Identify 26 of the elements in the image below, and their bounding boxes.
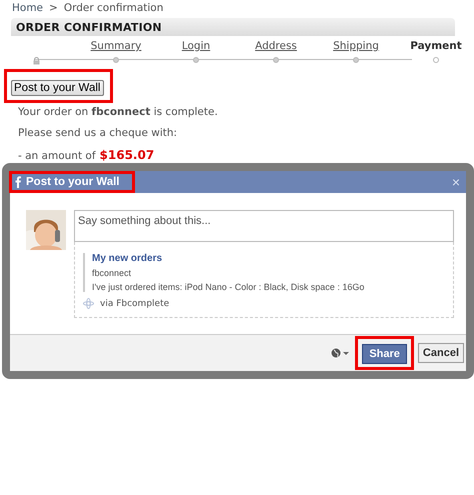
globe-dropdown-icon[interactable]	[331, 348, 352, 358]
breadcrumb-current: Order confirmation	[64, 2, 164, 14]
breadcrumb-separator: >	[49, 2, 58, 14]
amount-value: $165.07	[100, 148, 154, 162]
step-dot	[433, 57, 439, 63]
amount-label: - an amount of	[18, 150, 96, 162]
via-app-text: via Fbcomplete	[100, 298, 170, 308]
attachment-description: I've just ordered items: iPod Nano - Color : Black, Disk space : 16Go	[92, 282, 366, 292]
breadcrumb-link[interactable]: Home	[12, 2, 44, 14]
post-to-wall-button[interactable]: Post to your Wall	[11, 80, 104, 96]
cancel-button[interactable]: Cancel	[418, 343, 464, 363]
share-button[interactable]: Share	[362, 344, 407, 364]
message-input[interactable]: Say something about this...	[74, 210, 454, 242]
step-link[interactable]: Shipping	[333, 40, 379, 53]
attachment-title[interactable]: My new orders	[92, 253, 445, 264]
order-complete-text: Your order on fbconnect is complete.	[18, 106, 219, 118]
step-link[interactable]: Login	[182, 40, 210, 53]
section-title: ORDER CONFIRMATION	[16, 20, 162, 34]
facebook-logo-icon	[14, 176, 22, 188]
step-link[interactable]: Payment	[410, 40, 462, 53]
attachment-caption: fbconnect	[92, 268, 132, 278]
app-icon	[83, 298, 94, 309]
step-link[interactable]: Summary	[90, 40, 142, 53]
cheque-instruction: Please send us a cheque with:	[18, 127, 178, 139]
step-link[interactable]: Address	[255, 40, 297, 53]
dialog-title: Post to your Wall	[26, 176, 120, 188]
